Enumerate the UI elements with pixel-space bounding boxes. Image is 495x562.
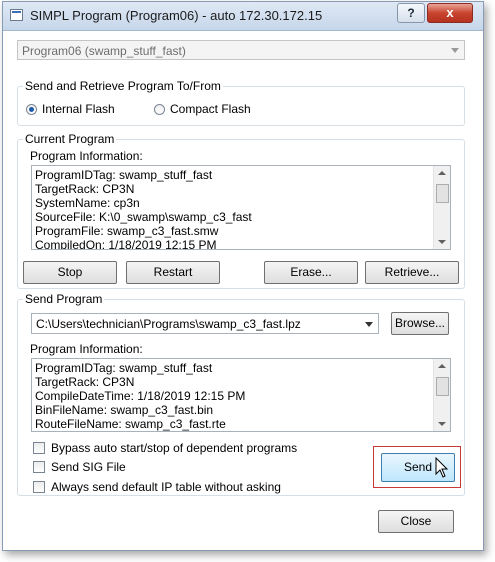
current-program-label: Current Program [23,132,117,146]
browse-button[interactable]: Browse... [391,312,449,335]
simpl-program-dialog: SIMPL Program (Program06) - auto 172.30.… [2,1,484,551]
info-line: TargetRack: CP3N [35,375,135,389]
info-line: BinFileName: swamp_c3_fast.bin [35,403,214,417]
chevron-down-icon [451,48,459,53]
info-line: CompileDateTime: 1/18/2019 12:15 PM [35,389,246,403]
scroll-down-icon[interactable] [438,422,446,426]
bypass-auto-start-checkbox[interactable]: Bypass auto start/stop of dependent prog… [33,441,297,455]
program-file-path-dropdown[interactable]: C:\Users\technician\Programs\swamp_c3_fa… [31,313,379,334]
close-button[interactable]: Close [378,510,454,533]
chevron-down-icon [365,322,373,327]
scroll-thumb[interactable] [436,377,449,396]
info-line: ProgramIDTag: swamp_stuff_fast [35,168,213,182]
vertical-scrollbar[interactable] [433,359,450,431]
current-program-info-label: Program Information: [30,149,143,163]
info-line: RouteFileName: swamp_c3_fast.rte [35,417,226,431]
help-button[interactable]: ? [397,3,425,23]
send-program-info-lines: ProgramIDTag: swamp_stuff_fast TargetRac… [35,361,245,431]
retrieve-button[interactable]: Retrieve... [365,261,459,284]
radio-internal-flash-label: Internal Flash [42,102,115,116]
scroll-up-icon[interactable] [438,171,446,175]
always-send-ip-table-checkbox[interactable]: Always send default IP table without ask… [33,480,281,494]
info-line: SourceFile: K:\0_swamp\swamp_c3_fast [35,210,252,224]
current-program-info-lines: ProgramIDTag: swamp_stuff_fast TargetRac… [35,168,252,250]
app-window-icon [10,9,23,21]
window-close-button[interactable]: x [427,3,473,23]
radio-compact-flash[interactable]: Compact Flash [154,102,251,116]
vertical-scrollbar[interactable] [433,166,450,249]
scroll-thumb[interactable] [436,184,449,203]
send-retrieve-label: Send and Retrieve Program To/From [23,79,223,93]
send-sig-file-checkbox[interactable]: Send SIG File [33,460,126,474]
erase-button[interactable]: Erase... [264,261,358,284]
always-send-ip-table-label: Always send default IP table without ask… [51,480,281,494]
send-program-label: Send Program [23,292,105,306]
program-dropdown-value: Program06 (swamp_stuff_fast) [22,44,186,58]
info-line: TargetRack: CP3N [35,182,135,196]
mouse-cursor-icon [435,457,449,478]
program-dropdown[interactable]: Program06 (swamp_stuff_fast) [17,40,465,60]
current-program-info-box[interactable]: ProgramIDTag: swamp_stuff_fast TargetRac… [31,165,451,250]
radio-button[interactable] [154,103,165,115]
info-line: SystemName: cp3n [35,196,140,210]
checkbox[interactable] [33,442,45,454]
radio-internal-flash[interactable]: Internal Flash [26,102,115,116]
send-sig-file-label: Send SIG File [51,460,126,474]
send-program-info-label: Program Information: [30,342,143,356]
program-file-path-value: C:\Users\technician\Programs\swamp_c3_fa… [36,317,301,331]
radio-compact-flash-label: Compact Flash [170,102,251,116]
window-title: SIMPL Program (Program06) - auto 172.30.… [30,8,323,23]
radio-button-selected[interactable] [26,103,37,115]
checkbox[interactable] [33,481,45,493]
info-line: ProgramFile: swamp_c3_fast.smw [35,224,219,238]
restart-button[interactable]: Restart [126,261,220,284]
stop-button[interactable]: Stop [23,261,117,284]
bypass-auto-start-label: Bypass auto start/stop of dependent prog… [51,441,298,455]
scroll-down-icon[interactable] [438,240,446,244]
info-line: CompiledOn: 1/18/2019 12:15 PM [35,238,217,250]
send-program-info-box[interactable]: ProgramIDTag: swamp_stuff_fast TargetRac… [31,358,451,432]
checkbox[interactable] [33,461,45,473]
info-line: ProgramIDTag: swamp_stuff_fast [35,361,213,375]
title-bar[interactable]: SIMPL Program (Program06) - auto 172.30.… [3,2,483,31]
scroll-up-icon[interactable] [438,364,446,368]
